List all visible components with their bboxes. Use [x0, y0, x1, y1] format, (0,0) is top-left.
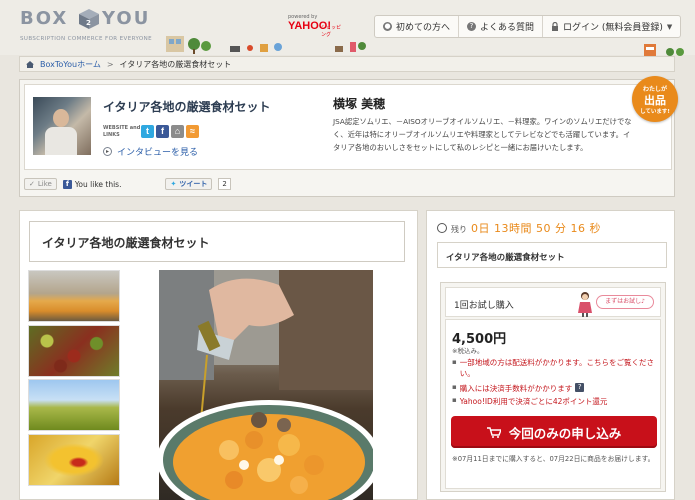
seller-avatar [33, 97, 91, 155]
tweet-label: ツイート [179, 180, 208, 188]
product-thumbnail-4[interactable] [28, 434, 120, 486]
product-title-box: イタリア各地の厳選食材セット [29, 221, 405, 262]
product-panel: イタリア各地の厳選食材セット [19, 210, 418, 500]
fee-note-text: 購入には決済手数料がかかります [459, 384, 573, 393]
tax-note: ※税込み。 [452, 347, 484, 355]
product-thumbnail-1[interactable] [28, 270, 120, 322]
facebook-icon: f [62, 179, 72, 189]
time-left: 0日 13時間 50 分 16 秒 [471, 222, 601, 235]
tweet-count: 2 [218, 178, 231, 190]
badge-line3: しています! [640, 109, 670, 115]
like-button[interactable]: ✓ Like [24, 178, 57, 190]
help-icon[interactable]: ? [575, 383, 585, 392]
purchase-panel: 残り 0日 13時間 50 分 16 秒 イタリア各地の厳選食材セット 1回お試… [426, 210, 675, 500]
trial-bubble: まずはお試し♪ [596, 295, 654, 309]
seller-listing-badge: わたしが 出品 しています! [632, 76, 678, 122]
like-label: Like [37, 180, 52, 188]
breadcrumb-current: イタリア各地の厳選食材セット [119, 59, 232, 69]
nav-faq-label: よくある質問 [480, 23, 535, 33]
arrow-right-icon: ▸ [103, 147, 112, 156]
seller-profile-card: イタリア各地の厳選食材セット WEBSITE and LINKS t f ⌂ ≈… [19, 76, 678, 197]
breadcrumb: BoxToYouホーム > イタリア各地の厳選食材セット [19, 56, 675, 72]
seller-name: 横塚 美穂 [333, 97, 386, 111]
nav-first-time[interactable]: ● 初めての方へ [375, 16, 460, 37]
person-icon: ● [383, 22, 392, 31]
nav-first-time-label: 初めての方へ [396, 23, 451, 33]
social-actions: ✓ Like f You like this. ✦ ツイート 2 [24, 176, 672, 192]
trial-purchase-option[interactable]: 1回お試し購入 まずはお試し♪ [445, 287, 661, 317]
countdown: 残り 0日 13時間 50 分 16 秒 [437, 220, 601, 236]
buy-box: 1回お試し購入 まずはお試し♪ 4,500円 ※税込み。 ▪ 一部地域の方は配送… [440, 282, 666, 492]
delivery-deadline-note: ※07月11日までに購入すると、07月22日に商品をお届けします。 [452, 455, 655, 463]
shipping-note-text: 一部地域の方は配送料がかかります。 [459, 358, 587, 367]
fee-note: ▪ 購入には決済手数料がかかります ? [452, 383, 585, 394]
trial-label: 1回お試し購入 [454, 301, 514, 311]
product-thumbnail-3[interactable] [28, 379, 120, 431]
breadcrumb-home-link[interactable]: BoxToYouホーム [40, 59, 101, 70]
you-like-status: f You like this. [62, 179, 122, 189]
profile-content: イタリア各地の厳選食材セット WEBSITE and LINKS t f ⌂ ≈… [24, 84, 672, 170]
clock-icon [437, 223, 447, 233]
facebook-icon[interactable]: f [156, 125, 169, 138]
nav-faq[interactable]: ? よくある質問 [459, 16, 544, 37]
lock-icon [552, 22, 559, 31]
badge-line2: 出品 [644, 94, 666, 107]
thumbs-up-icon: ✓ [29, 180, 35, 188]
product-main-photo [159, 270, 373, 500]
question-icon: ? [467, 22, 477, 31]
remaining-label: 残り [451, 225, 467, 234]
nav-login[interactable]: ログイン (無料会員登録) ▼ [543, 16, 680, 37]
site-header: BOX 2 YOU SUBSCRIPTION COMMERCE FOR EVER… [0, 0, 695, 56]
home-icon [26, 60, 34, 68]
logo-text-you: YOU [102, 8, 151, 29]
shipping-note: ▪ 一部地域の方は配送料がかかります。こちらをご覧ください。 [452, 357, 657, 379]
apply-button-label: 今回のみの申し込み [508, 425, 622, 441]
interview-link-label[interactable]: インタビューを見る [117, 145, 198, 158]
boxtoyou-logo[interactable]: BOX 2 YOU SUBSCRIPTION COMMERCE FOR EVER… [20, 8, 152, 48]
seller-bio: JSA認定ソムリエ、－AISOオリーブオイルソムリエ、－料理家。ワインのソムリエ… [333, 117, 632, 152]
cube-icon: 2 [79, 9, 99, 29]
website-links-label: WEBSITE and LINKS [103, 125, 141, 138]
points-note-text: Yahoo!ID利用で決済ごとに42ポイント還元 [459, 397, 608, 406]
product-title: イタリア各地の厳選食材セット [42, 236, 210, 250]
logo-text-box: BOX [20, 8, 69, 29]
cart-icon [486, 426, 501, 438]
nav-login-label: ログイン (無料会員登録) [563, 23, 663, 33]
bullet-icon: ▪ [452, 383, 457, 391]
home-icon[interactable]: ⌂ [171, 125, 184, 138]
shopping-label: ショッピング [321, 25, 342, 38]
twitter-icon[interactable]: t [141, 125, 154, 138]
interview-link[interactable]: ▸ インタビューを見る [103, 145, 198, 158]
purchase-details: 4,500円 ※税込み。 ▪ 一部地域の方は配送料がかかります。こちらをご覧くだ… [445, 319, 661, 489]
rss-icon[interactable]: ≈ [186, 125, 199, 138]
twitter-bird-icon: ✦ [170, 180, 177, 188]
product-thumbnail-2[interactable] [28, 325, 120, 377]
apply-once-button[interactable]: 今回のみの申し込み [451, 416, 657, 448]
purchase-product-title: イタリア各地の厳選食材セット [437, 242, 667, 268]
bullet-icon: ▪ [452, 358, 457, 366]
you-like-label: You like this. [74, 179, 122, 189]
girl-illustration-icon [578, 292, 592, 317]
breadcrumb-separator: > [106, 59, 114, 69]
bullet-icon: ▪ [452, 396, 457, 404]
points-note: ▪ Yahoo!ID利用で決済ごとに42ポイント還元 [452, 396, 607, 407]
svg-text:2: 2 [86, 19, 91, 27]
tweet-button[interactable]: ✦ ツイート [165, 178, 213, 190]
social-links: t f ⌂ ≈ [141, 125, 199, 138]
logo-tagline: SUBSCRIPTION COMMERCE FOR EVERYONE [20, 36, 153, 42]
top-navigation: ● 初めての方へ ? よくある質問 ログイン (無料会員登録) ▼ [374, 15, 682, 38]
chevron-down-icon: ▼ [666, 22, 673, 31]
yahoo-shopping-logo[interactable]: powered by YAHOO! ショッピング [288, 14, 343, 40]
profile-set-title: イタリア各地の厳選食材セット [103, 100, 271, 114]
